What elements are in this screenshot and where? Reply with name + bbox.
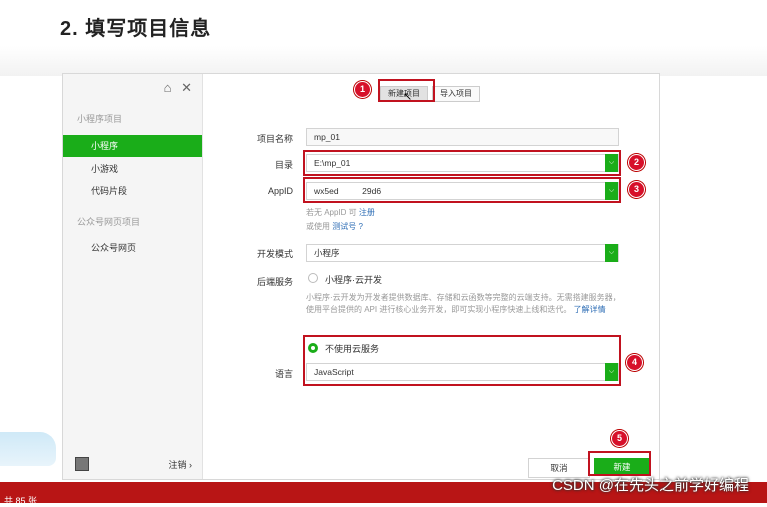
sidebar-item-official-web[interactable]: 公众号网页 (63, 237, 202, 259)
new-project-dialog: ⌂ ✕ 小程序项目 小程序 小游戏 代码片段 公众号网页项目 公众号网页 注销 … (62, 73, 660, 480)
slide-count: 共 85 张 (4, 496, 38, 506)
background-band (0, 46, 767, 76)
chevron-down-icon[interactable]: ⌵ (605, 154, 618, 172)
help-icon[interactable]: ? (358, 222, 362, 231)
backend-label: 后端服务 (256, 277, 293, 287)
register-link[interactable]: 注册 (359, 208, 375, 217)
slide-title: 2. 填写项目信息 (60, 18, 212, 40)
home-icon[interactable]: ⌂ (164, 80, 172, 95)
chevron-down-icon[interactable]: ⌵ (605, 363, 618, 381)
sidebar-icons: ⌂ ✕ (158, 80, 192, 96)
chevron-down-icon[interactable]: ⌵ (605, 182, 618, 200)
step-marker-3: 3 (628, 181, 645, 198)
learn-more-link[interactable]: 了解详情 (574, 305, 606, 314)
dev-mode-label: 开发模式 (256, 249, 293, 259)
step-marker-4: 4 (626, 354, 643, 371)
appid-input[interactable]: wx5ed 29d6 ⌵ (306, 182, 619, 200)
appid-label: AppID (267, 186, 293, 196)
language-value: JavaScript (314, 367, 354, 377)
watermark: CSDN @在先头之前学好编程 (552, 477, 749, 494)
step-marker-1: 1 (354, 81, 371, 98)
cloud-dev-option: 小程序·云开发 (325, 275, 382, 285)
sidebar: ⌂ ✕ 小程序项目 小程序 小游戏 代码片段 公众号网页项目 公众号网页 注销 … (63, 74, 203, 479)
appid-hint-text: 若无 AppID 可 (306, 208, 357, 217)
mouse-cursor-icon: ↖ (403, 91, 413, 103)
project-tabs: 新建项目 导入项目 (380, 83, 484, 102)
appid-hint-register: 若无 AppID 可 注册 (306, 207, 375, 219)
test-account-link[interactable]: 测试号 (332, 222, 356, 231)
decorative-wave (0, 432, 56, 466)
directory-value: E:\mp_01 (314, 158, 351, 168)
dev-mode-select[interactable]: 小程序 ⌵ (306, 244, 619, 262)
cloud-dev-radio[interactable] (308, 273, 318, 283)
cloud-dev-description: 小程序·云开发为开发者提供数据库、存储和云函数等完整的云端支持。无需搭建服务器，… (306, 292, 626, 316)
language-select[interactable]: JavaScript ⌵ (306, 363, 619, 381)
close-icon[interactable]: ✕ (181, 80, 192, 95)
tab-import-project[interactable]: 导入项目 (432, 86, 480, 102)
step-marker-5: 5 (611, 430, 628, 447)
appid-hint-text: 或使用 (306, 222, 330, 231)
avatar (75, 457, 89, 471)
no-cloud-radio[interactable] (308, 343, 318, 353)
project-name-label: 项目名称 (256, 134, 293, 144)
sidebar-item-minigame[interactable]: 小游戏 (63, 158, 202, 180)
sidebar-group-miniprogram: 小程序项目 (77, 114, 123, 124)
directory-input[interactable]: E:\mp_01 ⌵ (306, 154, 619, 172)
appid-value: wx5ed 29d6 (314, 186, 382, 196)
no-cloud-option: 不使用云服务 (325, 344, 380, 354)
project-name-input[interactable]: mp_01 (306, 128, 619, 146)
sidebar-footer: 注销 › (63, 449, 202, 479)
directory-label: 目录 (274, 160, 293, 170)
dev-mode-value: 小程序 (314, 248, 340, 258)
chevron-down-icon[interactable]: ⌵ (605, 244, 618, 262)
sidebar-group-official-account: 公众号网页项目 (77, 217, 141, 227)
sidebar-item-code-snippet[interactable]: 代码片段 (63, 180, 202, 202)
language-label: 语言 (274, 369, 293, 379)
step-marker-2: 2 (628, 154, 645, 171)
appid-hint-test: 或使用 测试号 ? (306, 221, 363, 233)
logout-link[interactable]: 注销 › (169, 458, 193, 471)
sidebar-item-miniprogram[interactable]: 小程序 (63, 135, 202, 157)
